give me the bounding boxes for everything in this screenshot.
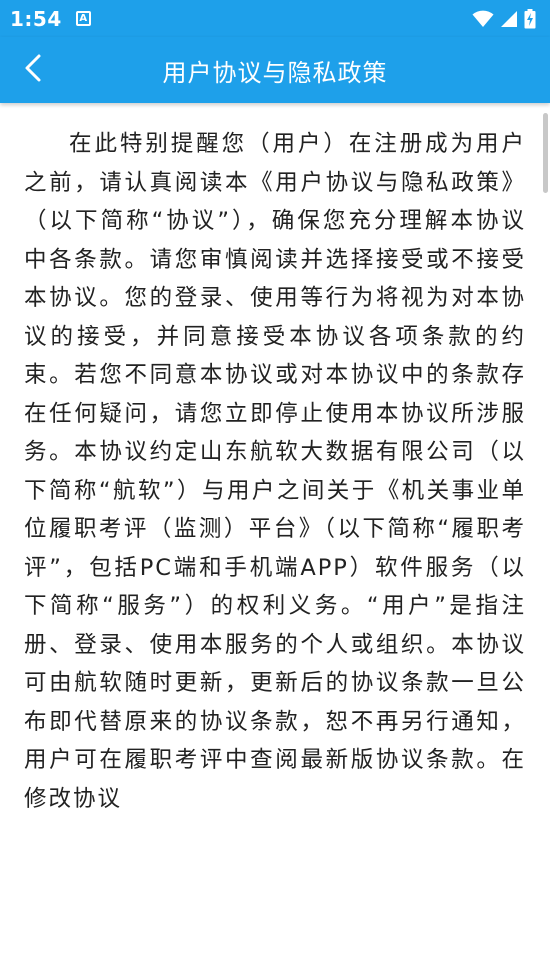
status-bar: 1:54 A [0,0,550,37]
back-button[interactable] [12,49,54,91]
chevron-left-icon [22,53,44,87]
wifi-icon [472,10,494,28]
agreement-scroll-view[interactable]: 在此特别提醒您（用户）在注册成为用户之前，请认真阅读本《用户协议与隐私政策》（以… [0,103,550,977]
page-title: 用户协议与隐私政策 [162,58,388,87]
status-time: 1:54 [10,6,62,31]
notification-icon: A [75,11,91,26]
scrollbar-thumb[interactable] [543,113,548,193]
signal-icon [500,10,518,28]
app-bar: 用户协议与隐私政策 [0,37,550,103]
status-icons [472,8,536,29]
battery-charging-icon [524,8,536,29]
app-screen: 1:54 A 用户协议与隐私政策 在此特别提醒您（用户）在注册成为用户之前，请认… [0,0,550,977]
agreement-text: 在此特别提醒您（用户）在注册成为用户之前，请认真阅读本《用户协议与隐私政策》（以… [24,131,526,812]
